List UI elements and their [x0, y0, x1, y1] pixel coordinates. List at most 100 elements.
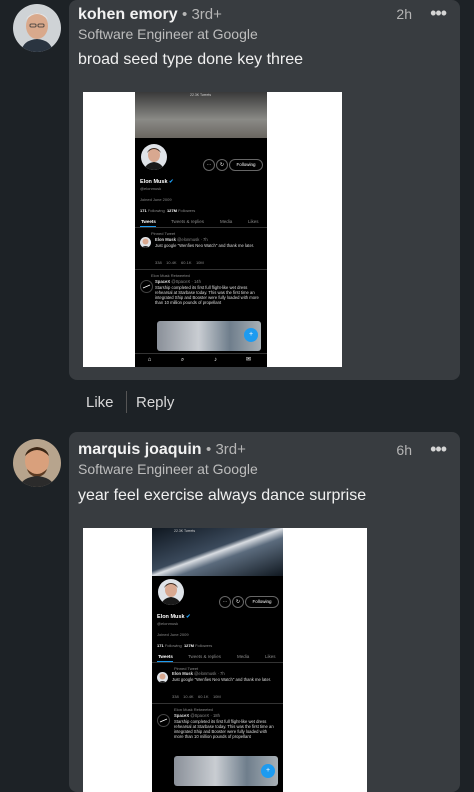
profile-banner: [152, 528, 283, 576]
tweet-count: 22.3K Tweets: [174, 529, 196, 533]
more-horizontal-icon[interactable]: •••: [430, 3, 447, 24]
compose-button[interactable]: +: [244, 328, 258, 342]
tab-likes[interactable]: Likes: [248, 219, 259, 224]
retweet-text: Starship completed its first full flight…: [155, 285, 259, 305]
stat-retweets[interactable]: 10.4K: [166, 260, 176, 265]
more-horizontal-icon[interactable]: •••: [430, 439, 447, 460]
stat-retweets[interactable]: 10.4K: [183, 694, 193, 699]
comment-image[interactable]: 22.3K Tweets ⋯ ↻ Following Elon Musk ✔ @…: [83, 92, 342, 367]
spacex-avatar: [140, 280, 153, 293]
tab-media[interactable]: Media: [237, 654, 249, 659]
tweet-screenshot: 22.3K Tweets ⋯ ↻ Following Elon Musk ✔ @…: [135, 92, 267, 367]
avatar[interactable]: [13, 439, 61, 487]
pinned-meta: @elonmusk · 7h: [194, 671, 225, 676]
more-icon[interactable]: ⋯: [203, 159, 215, 171]
tab-likes[interactable]: Likes: [265, 654, 276, 659]
comment-text: year feel exercise always dance surprise: [78, 487, 367, 504]
messages-icon[interactable]: ✉: [245, 357, 252, 364]
connection-degree: • 3rd+: [182, 6, 222, 23]
following-button[interactable]: Following: [229, 159, 263, 171]
pinned-author: Elon Musk: [155, 237, 176, 242]
divider: [135, 269, 267, 270]
profile-tabs: Tweets Tweets & replies Media Likes: [135, 217, 267, 228]
profile-name: Elon Musk ✔: [157, 614, 191, 620]
followers-count: 127M: [183, 643, 194, 648]
pinned-label: Pinned Tweet: [151, 231, 176, 236]
tab-tweets[interactable]: Tweets: [158, 654, 173, 659]
like-button[interactable]: Like: [86, 394, 114, 411]
following-count: 171: [157, 643, 164, 648]
notification-icon[interactable]: ↻: [216, 159, 228, 171]
tab-tweets[interactable]: Tweets: [141, 219, 156, 224]
stat-likes[interactable]: 60.1K: [181, 260, 191, 265]
stat-replies[interactable]: 338: [172, 694, 179, 699]
comment-bubble: kohen emory • 3rd+ Software Engineer at …: [69, 0, 460, 380]
tweet-count: 22.3K Tweets: [190, 93, 212, 97]
tweet-stats: 338 10.4K 60.1K 10M: [155, 260, 204, 265]
following-count: 171: [140, 208, 147, 213]
comment-image[interactable]: 22.3K Tweets ⋯ ↻ Following Elon Musk ✔ @…: [83, 528, 367, 792]
verified-badge-icon: ✔: [186, 614, 191, 620]
author-line: kohen emory • 3rd+: [78, 6, 222, 24]
home-icon[interactable]: ⌂: [146, 357, 153, 364]
profile-name-text: Elon Musk: [140, 179, 168, 185]
joined-date: Joined June 2009: [157, 632, 189, 637]
pinned-meta: @elonmusk · 7h: [177, 237, 208, 242]
notification-icon[interactable]: ↻: [232, 596, 244, 608]
followers-count: 127M: [166, 208, 177, 213]
bottom-nav: ⌂ ⌕ ♪ ✉: [135, 353, 267, 367]
reply-button[interactable]: Reply: [136, 394, 174, 411]
pinned-header: Elon Musk @elonmusk · 7h: [172, 671, 225, 676]
stat-views[interactable]: 10M: [213, 694, 221, 699]
comment-bubble: marquis joaquin • 3rd+ Software Engineer…: [69, 432, 460, 792]
search-icon[interactable]: ⌕: [179, 357, 186, 364]
avatar[interactable]: [13, 4, 61, 52]
retweeted-label: Elon Musk Retweeted: [151, 273, 190, 278]
retweet-author: SpaceX: [155, 279, 171, 284]
pinned-text: Just google "Wenfies Neo Watch" and than…: [155, 243, 255, 248]
author-headline: Software Engineer at Google: [78, 26, 258, 42]
retweet-meta: @SpaceX · 14h: [171, 279, 201, 284]
stat-likes[interactable]: 60.1K: [198, 694, 208, 699]
author-line: marquis joaquin • 3rd+: [78, 441, 246, 459]
more-icon[interactable]: ⋯: [219, 596, 231, 608]
comment-text: broad seed type done key three: [78, 51, 304, 68]
tab-indicator: [140, 226, 156, 227]
stat-replies[interactable]: 338: [155, 260, 162, 265]
pinned-author: Elon Musk: [172, 671, 193, 676]
compose-button[interactable]: +: [261, 764, 275, 778]
followers-label: Followers: [178, 208, 196, 213]
retweet-header: SpaceX @SpaceX · 14h: [155, 279, 201, 284]
pinned-avatar: [140, 237, 151, 248]
follow-stats: 171 Following 127M Followers: [157, 643, 212, 648]
timestamp: 2h: [396, 6, 412, 22]
tab-media[interactable]: Media: [220, 219, 232, 224]
profile-handle: @elonmusk: [157, 621, 179, 626]
tab-replies[interactable]: Tweets & replies: [188, 654, 221, 659]
retweet-meta: @SpaceX · 18h: [190, 713, 220, 718]
timestamp: 6h: [396, 442, 412, 458]
followers-label: Followers: [195, 643, 213, 648]
following-label: Following: [164, 643, 182, 648]
notifications-icon[interactable]: ♪: [212, 357, 219, 364]
tweet-stats: 338 10.4K 60.1K 10M: [172, 694, 221, 699]
profile-avatar: [140, 143, 168, 171]
verified-badge-icon: ✔: [169, 179, 174, 185]
pinned-avatar: [157, 672, 168, 683]
tab-indicator: [157, 661, 173, 662]
stat-views[interactable]: 10M: [196, 260, 204, 265]
author-name[interactable]: marquis joaquin: [78, 441, 202, 458]
tab-replies[interactable]: Tweets & replies: [171, 219, 204, 224]
retweet-text: Starship completed its first full flight…: [174, 719, 274, 739]
following-button[interactable]: Following: [245, 596, 279, 608]
author-headline: Software Engineer at Google: [78, 461, 258, 477]
profile-banner: [135, 92, 267, 138]
divider: [152, 703, 283, 704]
follow-stats: 171 Following 127M Followers: [140, 208, 195, 213]
action-divider: [126, 391, 127, 413]
author-name[interactable]: kohen emory: [78, 6, 178, 23]
pinned-text: Just google "Wenfies Neo Watch" and than…: [172, 677, 272, 682]
profile-handle: @elonmusk: [140, 186, 162, 191]
tweet-screenshot: 22.3K Tweets ⋯ ↻ Following Elon Musk ✔ @…: [152, 528, 283, 792]
spacex-avatar: [157, 714, 170, 727]
